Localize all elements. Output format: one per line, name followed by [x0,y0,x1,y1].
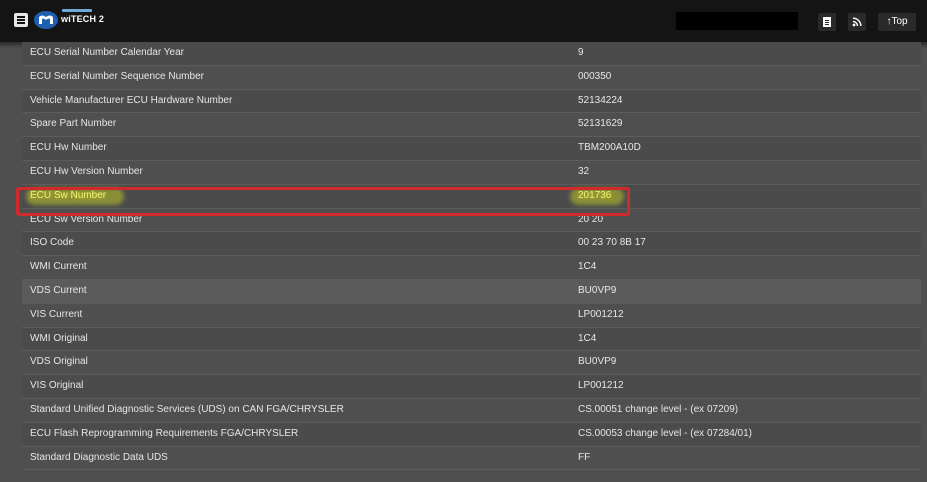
rss-icon [852,17,862,27]
row-label: VIS Original [30,380,84,392]
row-label: WMI Original [30,332,88,344]
row-value: 1C4 [578,261,597,273]
row-value: BU0VP9 [578,356,617,368]
table-row: VIS Original LP001212 [22,375,921,399]
row-value: 52134224 [578,94,623,106]
row-label: ECU Serial Number Sequence Number [30,70,204,82]
table-row: Spare Part Number 52131629 [22,113,921,138]
row-label: VIS Current [30,308,83,320]
document-button[interactable] [818,13,836,31]
top-bar: wiTECH 2 ↑Top [0,0,927,42]
table-row: ISO Code 00 23 70 8B 17 [22,232,921,257]
row-label: ECU Serial Number Calendar Year [30,47,184,58]
table-row: VIS Current LP001212 [22,303,921,328]
table-row: ECU Serial Number Calendar Year 9 [22,42,921,66]
table-row: WMI Original 1C4 [22,327,921,352]
brand-accent [62,9,92,12]
row-label: VDS Current [30,284,87,296]
table-row: Standard Diagnostic Data UDS FF [22,446,921,471]
row-value: FF [578,451,591,463]
row-label: Standard Unified Diagnostic Services (UD… [30,403,344,415]
hamburger-menu-icon[interactable] [14,13,28,27]
redacted-area [676,12,798,30]
table-row: WMI Current 1C4 [22,256,921,280]
row-label: ECU Flash Reprogramming Requirements FGA… [30,427,299,439]
row-value: CS.00053 change level - (ex 07284/01) [578,427,753,439]
row-value: 1C4 [578,332,597,344]
row-value: 32 [578,165,590,177]
scroll-top-button[interactable]: ↑Top [878,13,916,31]
row-label: VDS Original [30,356,88,368]
row-value: 52131629 [578,118,623,130]
row-label: ISO Code [30,237,74,249]
row-label: Standard Diagnostic Data UDS [30,451,168,463]
row-label: Spare Part Number [30,118,117,130]
brand-name: wiTECH 2 [61,14,105,24]
table-row: ECU Flash Reprogramming Requirements FGA… [22,422,921,447]
rss-button[interactable] [848,13,866,31]
table-row: VDS Original BU0VP9 [22,351,921,376]
row-value: 00 23 70 8B 17 [578,237,646,249]
row-label: ECU Hw Version Number [30,165,143,177]
table-row: Standard Unified Diagnostic Services (UD… [22,398,921,423]
table-row: VDS Current BU0VP9 [22,279,921,304]
table-row: ECU Hw Version Number 32 [22,160,921,185]
row-value: 9 [578,47,584,58]
mopar-logo-icon [34,11,58,29]
row-value: CS.00051 change level - (ex 07209) [578,403,739,415]
table-row: Vehicle Manufacturer ECU Hardware Number… [22,89,921,114]
witech-window: wiTECH 2 ↑Top ECU Serial Number Calendar… [0,0,927,482]
table-row: ECU Serial Number Sequence Number 000350 [22,65,921,90]
row-value: BU0VP9 [578,284,617,296]
highlight-box [16,187,630,216]
row-value: LP001212 [578,308,624,320]
table-row: ECU Hw Number TBM200A10D [22,137,921,161]
row-label: WMI Current [30,261,87,273]
row-value: 000350 [578,70,612,82]
document-icon [823,17,831,27]
scroll-top-label: Top [891,16,908,27]
row-label: ECU Hw Number [30,142,107,154]
row-label: Vehicle Manufacturer ECU Hardware Number [30,94,233,106]
ecu-info-table: ECU Serial Number Calendar Year 9 ECU Seri… [22,42,921,471]
row-value: LP001212 [578,380,624,392]
row-value: TBM200A10D [578,142,641,154]
